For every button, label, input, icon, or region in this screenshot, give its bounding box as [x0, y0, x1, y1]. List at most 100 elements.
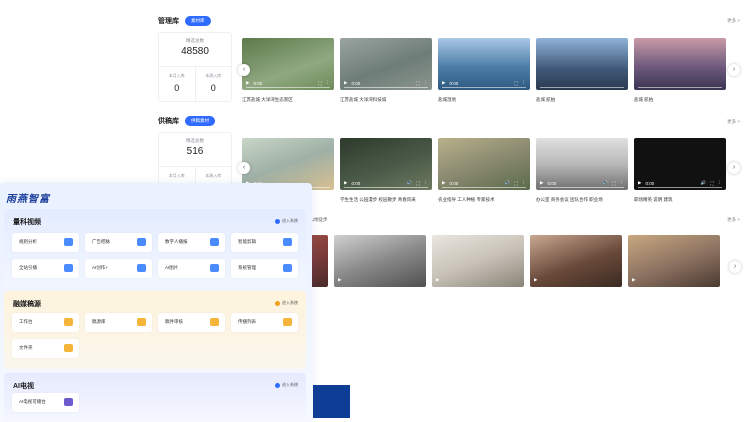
tile-folder[interactable]: 文件夹 [12, 339, 79, 358]
play-icon[interactable]: ▶ [338, 277, 341, 283]
video-player[interactable]: ▶ 0:00 🔊 ⛶ ⋮ [340, 138, 432, 190]
video-card[interactable]: ▶ 0:00 🔊 ⛶ ⋮ 农业指导 工人种植 专家技术 [438, 138, 530, 203]
video-card[interactable]: ▶ 0:00 🔊 ⛶ ⋮ 办公室 商务会议 团队合作 职业场 [536, 138, 628, 203]
video-card[interactable]: ▶ 0:00 ⛶ ⋮ 江苏盐城 大洋湾生态景区 [242, 38, 334, 103]
more-options-icon[interactable]: ⋮ [522, 80, 527, 86]
tile-digital-human[interactable]: 数字人播报 [158, 233, 225, 252]
supply-tag[interactable]: 供稿素材 [185, 116, 215, 126]
tile-spread-list[interactable]: 传播列表 [231, 313, 298, 332]
play-icon[interactable]: ▶ [344, 180, 347, 186]
video-player[interactable]: ▶ [530, 235, 622, 287]
enter-system-label: 进入系统 [282, 218, 298, 223]
enter-system-link[interactable]: 进入系统 [275, 300, 298, 306]
video-player[interactable]: ▶ [334, 235, 426, 287]
supply-more-link[interactable]: 更多 > [727, 119, 740, 125]
tile-label: AI图片 [165, 265, 179, 270]
tile-ai-create[interactable]: AI创作+ [85, 259, 152, 278]
video-card[interactable]: 盐城 航拍 [634, 38, 726, 103]
total-label: 精选总数 [186, 138, 204, 143]
tile-smart-edit[interactable]: 智能剪辑 [231, 233, 298, 252]
edit-icon [283, 238, 292, 246]
play-icon[interactable]: ▶ [638, 180, 641, 186]
play-icon[interactable]: ▶ [246, 80, 249, 86]
fullscreen-icon[interactable]: ⛶ [514, 181, 517, 186]
month-in-label: 本月入库 [168, 173, 185, 178]
enter-system-link[interactable]: 进入系统 [275, 382, 298, 388]
play-icon[interactable]: ▶ [436, 277, 439, 283]
tile-system-admin[interactable]: 系统管理 [231, 259, 298, 278]
prev-arrow-icon[interactable]: ‹ [238, 64, 250, 76]
video-player[interactable]: ▶ 0:00 ⛶ ⋮ [340, 38, 432, 90]
next-arrow-icon[interactable]: › [729, 261, 741, 273]
management-tag[interactable]: 素材库 [185, 16, 211, 26]
month-in-label: 本月入库 [168, 73, 185, 78]
video-time: 0:00 [351, 80, 361, 86]
fullscreen-icon[interactable]: ⛶ [318, 81, 321, 86]
third-row-more-link[interactable]: 更多 > [727, 217, 740, 223]
video-player[interactable]: ▶ 0:00 🔊 ⛶ ⋮ [634, 138, 726, 190]
broadcast-icon [64, 264, 73, 272]
volume-icon[interactable]: 🔊 [407, 180, 413, 186]
list-icon [283, 318, 292, 326]
video-card[interactable]: ▶ 0:00 ⛶ ⋮ 江苏盐城 大洋湾科技城 [340, 38, 432, 103]
next-arrow-icon[interactable]: › [728, 162, 740, 174]
ad-icon [137, 238, 146, 246]
fullscreen-icon[interactable]: ⛶ [514, 81, 517, 86]
video-player[interactable]: ▶ 0:00 🔊 ⛶ ⋮ [536, 138, 628, 190]
fullscreen-icon[interactable]: ⛶ [416, 181, 419, 186]
more-options-icon[interactable]: ⋮ [522, 180, 527, 186]
tile-label: 文件夹 [19, 345, 33, 350]
prev-arrow-icon[interactable]: ‹ [238, 162, 250, 174]
management-more-link[interactable]: 更多 > [727, 18, 740, 24]
play-icon[interactable]: ▶ [344, 80, 347, 86]
tile-broadcast[interactable]: 全站引播 [12, 259, 79, 278]
week-in-value: 0 [210, 83, 216, 93]
more-options-icon[interactable]: ⋮ [620, 180, 625, 186]
video-player[interactable]: ▶ [432, 235, 524, 287]
tile-ad[interactable]: 广告把脉 [85, 233, 152, 252]
more-options-icon[interactable]: ⋮ [424, 80, 429, 86]
volume-icon[interactable]: 🔊 [701, 180, 707, 186]
tile-label: 系统管理 [238, 265, 256, 270]
tile-rule-analysis[interactable]: 规则分析 [12, 233, 79, 252]
tile-ai-image[interactable]: AI图片 [158, 259, 225, 278]
management-stats-card: 精选总数 48580 本月入库 0 本周入库 0 [158, 32, 232, 102]
volume-icon[interactable]: 🔊 [505, 180, 511, 186]
more-options-icon[interactable]: ⋮ [424, 180, 429, 186]
tile-label: 传播列表 [238, 319, 256, 324]
tv-icon [64, 398, 73, 406]
video-player[interactable]: ▶ 0:00 🔊 ⛶ ⋮ [438, 138, 530, 190]
video-player[interactable]: ▶ [628, 235, 720, 287]
group-title: AI电视 [13, 383, 34, 390]
video-time: 0:00 [449, 180, 459, 186]
video-player[interactable] [536, 38, 628, 90]
enter-system-link[interactable]: 进入系统 [275, 218, 298, 224]
fullscreen-icon[interactable]: ⛶ [612, 181, 615, 186]
tile-review[interactable]: 稿件审核 [158, 313, 225, 332]
video-card[interactable]: 盐城 航拍 [536, 38, 628, 103]
tile-ai-tv[interactable]: AI电视可播台 [12, 393, 79, 412]
play-icon[interactable]: ▶ [534, 277, 537, 283]
tile-label: 稿源库 [92, 319, 106, 324]
more-options-icon[interactable]: ⋮ [326, 80, 331, 86]
video-card[interactable]: ▶ 0:00 🔊 ⛶ ⋮ 职场精英 说明 建筑 [634, 138, 726, 203]
play-icon[interactable]: ▶ [540, 180, 543, 186]
fullscreen-icon[interactable]: ⛶ [710, 181, 713, 186]
next-arrow-icon[interactable]: › [728, 64, 740, 76]
tile-workbench[interactable]: 工作台 [12, 313, 79, 332]
play-icon[interactable]: ▶ [442, 180, 445, 186]
video-card[interactable]: ▶ 0:00 🔊 ⛶ ⋮ 学生生活 公园漫步 校园散步 青春风采 [340, 138, 432, 203]
play-icon[interactable]: ▶ [442, 80, 445, 86]
fullscreen-icon[interactable]: ⛶ [416, 81, 419, 86]
video-player[interactable]: ▶ 0:00 ⛶ ⋮ [438, 38, 530, 90]
more-options-icon[interactable]: ⋮ [718, 180, 723, 186]
play-icon[interactable]: ▶ [632, 277, 635, 283]
tile-manuscript-library[interactable]: 稿源库 [85, 313, 152, 332]
brand-logo: 雨燕智富 [6, 194, 50, 205]
tab-item[interactable]: 山地徒步 [310, 217, 328, 223]
video-player[interactable]: ▶ 0:00 ⛶ ⋮ [242, 38, 334, 90]
volume-icon[interactable]: 🔊 [603, 180, 609, 186]
tile-label: 工作台 [19, 319, 33, 324]
video-card[interactable]: ▶ 0:00 ⛶ ⋮ 盐城湿地 [438, 38, 530, 103]
video-player[interactable] [634, 38, 726, 90]
